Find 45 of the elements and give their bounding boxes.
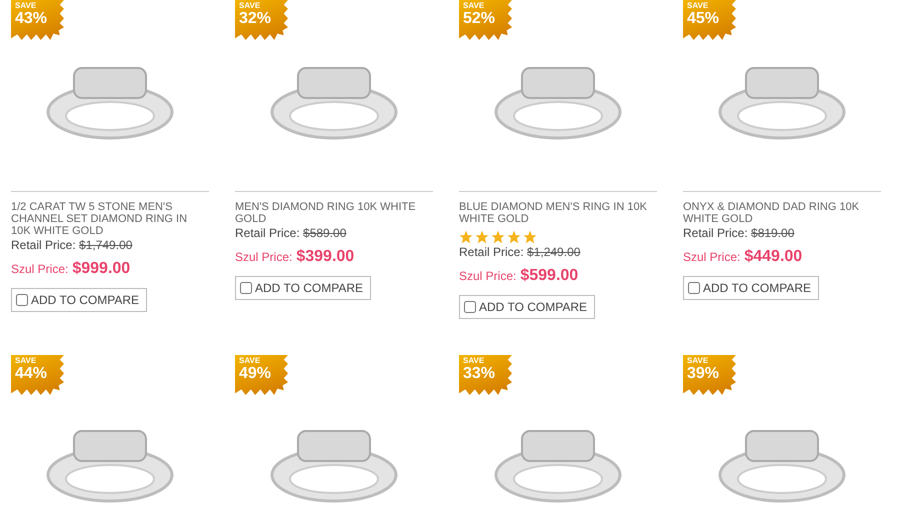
retail-price: Retail Price: $819.00 [683, 226, 796, 241]
save-label: SAVE [463, 2, 486, 10]
save-label: SAVE [239, 2, 262, 10]
add-to-compare-button[interactable]: ADD TO COMPARE [235, 276, 372, 300]
save-label: SAVE [15, 2, 38, 10]
discount-percent: 43% [15, 11, 48, 27]
discount-percent: 33% [463, 366, 496, 382]
sale-price: $999.00 [72, 259, 130, 279]
add-to-compare-button[interactable]: ADD TO COMPARE [683, 276, 820, 300]
compare-checkbox[interactable] [16, 294, 28, 306]
discount-percent: 52% [463, 11, 496, 27]
sale-price: $599.00 [520, 266, 578, 286]
star-icon [507, 230, 521, 244]
sale-price: $399.00 [296, 247, 354, 267]
discount-percent: 44% [15, 366, 48, 382]
add-to-compare-button[interactable]: ADD TO COMPARE [11, 288, 148, 312]
discount-percent: 39% [687, 366, 720, 382]
discount-percent: 49% [239, 366, 272, 382]
retail-price: Retail Price: $1,249.00 [459, 245, 582, 260]
product-title[interactable]: BLUE DIAMOND MEN'S RING IN 10K WHITE GOLD [459, 201, 657, 225]
retail-price: Retail Price: $1,749.00 [11, 238, 134, 253]
sale-price: $449.00 [744, 247, 802, 267]
sale-price-label: Szul Price: [11, 261, 68, 278]
star-icon [491, 230, 505, 244]
compare-checkbox[interactable] [464, 301, 476, 313]
product-title[interactable]: MEN'S DIAMOND RING 10K WHITE GOLD [235, 201, 433, 225]
star-icon [459, 230, 473, 244]
discount-percent: 45% [687, 11, 720, 27]
star-icon [523, 230, 537, 244]
add-to-compare-button[interactable]: ADD TO COMPARE [459, 295, 596, 319]
product-title[interactable]: 1/2 CARAT TW 5 STONE MEN'S CHANNEL SET DIAMOND RING IN 10K WHITE GOLD [11, 201, 209, 237]
save-label: SAVE [687, 2, 710, 10]
save-label: SAVE [687, 357, 710, 365]
save-label: SAVE [15, 357, 38, 365]
save-label: SAVE [463, 357, 486, 365]
save-label: SAVE [239, 357, 262, 365]
product-title[interactable]: ONYX & DIAMOND DAD RING 10K WHITE GOLD [683, 201, 881, 225]
sale-price-label: Szul Price: [459, 268, 516, 285]
compare-checkbox[interactable] [688, 282, 700, 294]
discount-percent: 32% [239, 11, 272, 27]
sale-price-label: Szul Price: [683, 249, 740, 266]
compare-checkbox[interactable] [240, 282, 252, 294]
sale-price-label: Szul Price: [235, 249, 292, 266]
star-icon [475, 230, 489, 244]
retail-price: Retail Price: $589.00 [235, 226, 348, 241]
